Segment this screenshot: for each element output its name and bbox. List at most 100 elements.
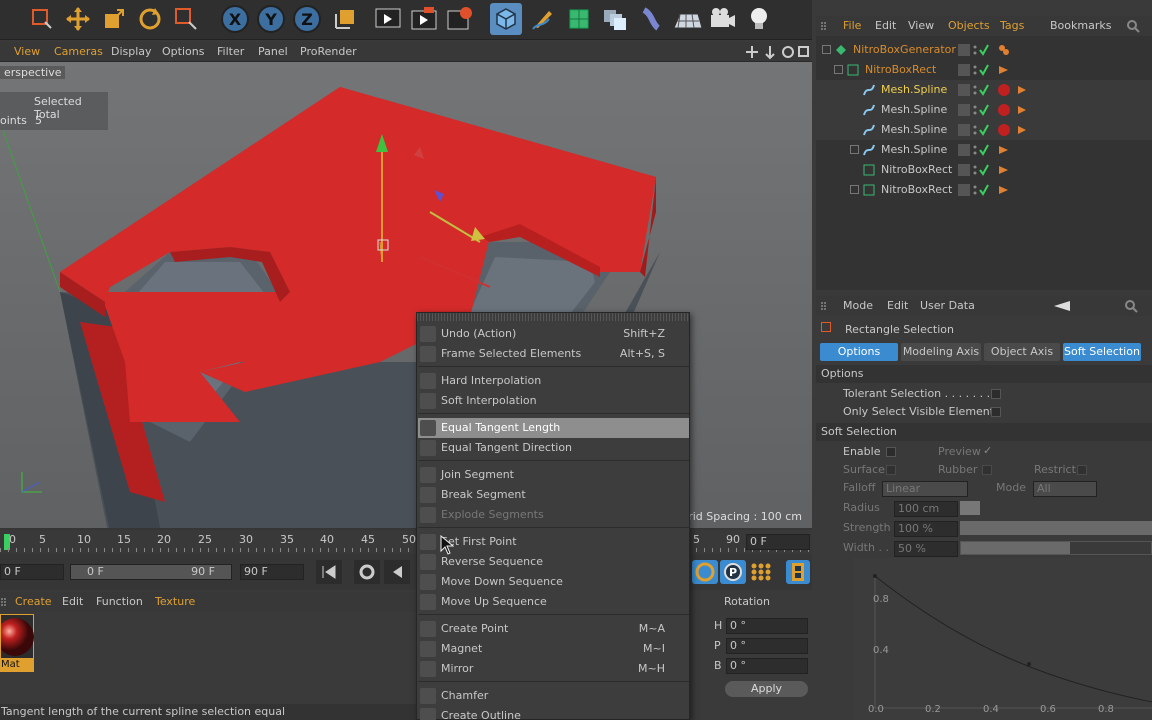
back-arrow-icon[interactable] <box>1052 300 1072 312</box>
expand-icon[interactable] <box>834 65 843 74</box>
object-row[interactable]: NitroBoxRect <box>816 180 1152 200</box>
falloff-dropdown[interactable]: Linear <box>882 481 968 497</box>
current-frame-field[interactable]: 0 F <box>746 534 810 550</box>
viewport-nav-icons[interactable] <box>744 44 810 60</box>
object-tags-icon[interactable] <box>996 162 1036 178</box>
menu-bookmarks[interactable]: Bookmarks <box>1050 19 1111 32</box>
visible-only-checkbox[interactable] <box>991 407 1001 417</box>
restrict-checkbox[interactable] <box>1077 465 1087 475</box>
menu-item-magnet[interactable]: Magnet M~I <box>418 639 689 659</box>
render-view-icon[interactable] <box>372 3 404 35</box>
tab-options[interactable]: Options <box>820 343 898 361</box>
object-row[interactable]: Mesh.Spline <box>816 80 1152 100</box>
menu-view[interactable]: View <box>908 19 934 32</box>
object-name[interactable]: Mesh.Spline <box>881 143 947 156</box>
object-tags-icon[interactable] <box>996 142 1036 158</box>
menu-user-data[interactable]: User Data <box>920 299 975 312</box>
object-name[interactable]: NitroBoxRect <box>881 163 952 176</box>
falloff-graph[interactable]: 0.8 0.4 0.0 0.2 0.4 0.6 0.8 <box>853 558 1152 720</box>
menu-create[interactable]: Create <box>15 595 52 608</box>
goto-start-button[interactable] <box>316 560 342 584</box>
subdivision-icon[interactable] <box>563 3 595 35</box>
move-icon[interactable] <box>62 3 94 35</box>
object-row[interactable]: Mesh.Spline <box>816 100 1152 120</box>
expand-icon[interactable] <box>850 145 859 154</box>
deformer-icon[interactable] <box>635 3 667 35</box>
object-row[interactable]: Mesh.Spline <box>816 140 1152 160</box>
soft-selection-section-header[interactable]: Soft Selection <box>816 423 1152 441</box>
object-tags-icon[interactable] <box>996 182 1036 198</box>
visibility-toggle-icon[interactable] <box>958 62 998 78</box>
tolerant-selection-checkbox[interactable] <box>991 389 1001 399</box>
menu-view[interactable]: View <box>14 45 40 58</box>
apply-button[interactable]: Apply <box>725 681 808 697</box>
visibility-toggle-icon[interactable] <box>958 162 998 178</box>
frame-field[interactable]: 0 F <box>0 564 64 580</box>
search-icon[interactable] <box>1124 299 1138 313</box>
live-select-icon[interactable] <box>170 3 202 35</box>
rotate-icon[interactable] <box>134 3 166 35</box>
object-name[interactable]: Mesh.Spline <box>881 103 947 116</box>
menu-item-frame-selected-elements[interactable]: Frame Selected Elements Alt+S, S <box>418 344 689 364</box>
menu-display[interactable]: Display <box>111 45 152 58</box>
y-axis-icon[interactable]: Y <box>255 3 287 35</box>
visibility-toggle-icon[interactable] <box>958 42 998 58</box>
menu-edit[interactable]: Edit <box>887 299 908 312</box>
menu-mode[interactable]: Mode <box>843 299 873 312</box>
expand-icon[interactable] <box>822 45 831 54</box>
h-field[interactable]: 0 ° <box>726 618 808 634</box>
search-icon[interactable] <box>1126 19 1140 33</box>
timeline-ruler[interactable]: 0 5 10 15 20 25 30 35 40 45 50 5 90 0 F <box>0 530 812 554</box>
menu-filter[interactable]: Filter <box>217 45 244 58</box>
tab-soft-selection[interactable]: Soft Selection <box>1063 343 1141 361</box>
menu-tearoff-handle[interactable] <box>417 313 689 321</box>
visibility-toggle-icon[interactable] <box>958 122 998 138</box>
object-name[interactable]: Mesh.Spline <box>881 83 947 96</box>
move-select-icon[interactable] <box>26 3 58 35</box>
material-swatch[interactable]: Mat <box>0 614 34 672</box>
object-name[interactable]: NitroBoxGenerator <box>853 43 956 56</box>
menu-item-equal-tangent-direction[interactable]: Equal Tangent Direction <box>418 438 689 458</box>
object-row[interactable]: Mesh.Spline <box>816 120 1152 140</box>
object-row[interactable]: NitroBoxRect <box>816 160 1152 180</box>
x-axis-icon[interactable]: X <box>219 3 251 35</box>
menu-item-chamfer[interactable]: Chamfer <box>418 686 689 706</box>
record-rotation-button[interactable] <box>692 560 718 584</box>
array-icon[interactable] <box>599 3 631 35</box>
surface-checkbox[interactable] <box>886 465 896 475</box>
menu-edit[interactable]: Edit <box>875 19 896 32</box>
coordinate-system-icon[interactable] <box>329 3 361 35</box>
prev-key-button[interactable] <box>354 560 380 584</box>
range-slider[interactable]: 0 F 90 F <box>70 564 232 580</box>
menu-item-undo-action[interactable]: Undo (Action) Shift+Z <box>418 324 689 344</box>
menu-item-join-segment[interactable]: Join Segment <box>418 465 689 485</box>
object-name[interactable]: NitroBoxRect <box>865 63 936 76</box>
visibility-toggle-icon[interactable] <box>958 102 998 118</box>
menu-function[interactable]: Function <box>96 595 143 608</box>
object-tags-icon[interactable] <box>996 122 1036 138</box>
menu-item-create-point[interactable]: Create Point M~A <box>418 619 689 639</box>
object-tags-icon[interactable] <box>996 42 1036 58</box>
menu-item-mirror[interactable]: Mirror M~H <box>418 659 689 679</box>
menu-item-soft-interpolation[interactable]: Soft Interpolation <box>418 391 689 411</box>
menu-edit[interactable]: Edit <box>62 595 83 608</box>
menu-texture[interactable]: Texture <box>155 595 195 608</box>
keyframe-dots-icon[interactable] <box>748 560 774 584</box>
light-icon[interactable] <box>743 3 775 35</box>
menu-tags[interactable]: Tags <box>1000 19 1024 32</box>
menu-item-hard-interpolation[interactable]: Hard Interpolation <box>418 371 689 391</box>
radius-slider[interactable] <box>960 501 980 515</box>
film-strip-icon[interactable] <box>786 560 810 584</box>
menu-item-set-first-point[interactable]: Set First Point <box>418 532 689 552</box>
menu-objects[interactable]: Objects <box>948 19 990 32</box>
menu-options[interactable]: Options <box>162 45 204 58</box>
object-name[interactable]: NitroBoxRect <box>881 183 952 196</box>
record-param-button[interactable]: P <box>720 560 746 584</box>
menu-item-break-segment[interactable]: Break Segment <box>418 485 689 505</box>
b-field[interactable]: 0 ° <box>726 658 808 674</box>
tab-modeling-axis[interactable]: Modeling Axis <box>901 343 981 361</box>
cube-icon[interactable] <box>490 3 522 35</box>
menu-file[interactable]: File <box>843 19 861 32</box>
rubber-checkbox[interactable] <box>982 465 992 475</box>
width-field[interactable]: 50 % <box>894 541 958 557</box>
